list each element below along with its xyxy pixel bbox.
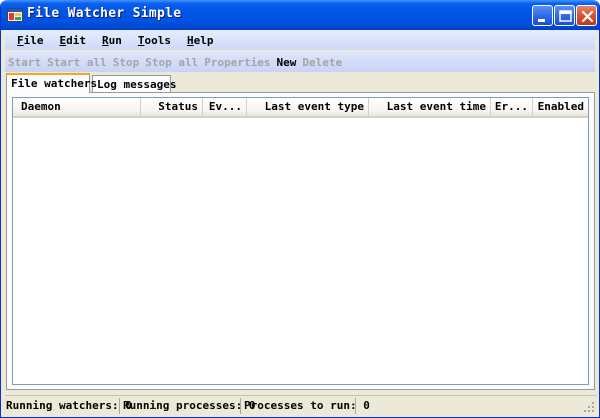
menu-help-mnemonic: H	[187, 33, 194, 47]
menu-tools-label: ools	[144, 33, 172, 47]
app-icon	[7, 8, 23, 22]
column-status[interactable]: Status	[141, 98, 203, 116]
column-last-event-time[interactable]: Last event time	[369, 98, 491, 116]
menu-edit[interactable]: Edit	[60, 34, 87, 47]
status-running-processes: Running processes: 0	[123, 398, 256, 414]
status-running-watchers: Running watchers: 0	[6, 398, 132, 414]
menu-file[interactable]: File	[17, 34, 44, 47]
close-icon	[581, 10, 594, 23]
new-button[interactable]: New	[276, 56, 296, 69]
menu-file-mnemonic: F	[17, 33, 24, 47]
menu-tools-mnemonic: T	[137, 33, 145, 47]
status-processes-to-run: Processes to run: 0	[244, 398, 370, 414]
column-enabled[interactable]: Enabled	[533, 98, 588, 116]
delete-button[interactable]: Delete	[302, 56, 342, 69]
menu-run-mnemonic: R	[102, 33, 109, 47]
list-header: Daemon Status Ev... Last event type Last…	[13, 98, 588, 118]
tab-file-watchers[interactable]: File watchers	[6, 73, 97, 93]
menu-edit-label: dit	[66, 33, 86, 47]
start-button[interactable]: Start	[8, 56, 41, 69]
stop-all-button[interactable]: Stop all	[145, 56, 198, 69]
title-bar[interactable]: File Watcher Simple	[1, 0, 599, 30]
minimize-button[interactable]	[532, 5, 553, 26]
minimize-icon	[538, 19, 545, 22]
column-daemon[interactable]: Daemon	[13, 98, 141, 116]
tab-log-messages[interactable]: Log messages	[92, 75, 176, 93]
stop-button[interactable]: Stop	[113, 56, 140, 69]
close-button[interactable]	[576, 5, 597, 26]
status-bar: Running watchers: 0 Running processes: 0…	[5, 395, 597, 415]
watchers-list[interactable]: Daemon Status Ev... Last event type Last…	[12, 97, 589, 385]
maximize-button[interactable]	[554, 5, 575, 26]
toolbar: Start Start all Stop Stop all Properties…	[5, 52, 595, 72]
tab-panel: Daemon Status Ev... Last event type Last…	[6, 92, 595, 390]
resize-grip-icon[interactable]	[583, 401, 595, 413]
menu-file-label: ile	[23, 33, 44, 47]
main-window: File Watcher Simple File Edit Run Tools …	[0, 0, 600, 418]
window-title: File Watcher Simple	[27, 6, 182, 21]
menu-bar: File Edit Run Tools Help	[5, 30, 595, 50]
menu-tools[interactable]: Tools	[138, 34, 171, 47]
menu-run[interactable]: Run	[102, 34, 122, 47]
column-events[interactable]: Ev...	[203, 98, 247, 116]
properties-button[interactable]: Properties	[204, 56, 270, 69]
start-all-button[interactable]: Start all	[47, 56, 107, 69]
column-last-event-type[interactable]: Last event type	[247, 98, 369, 116]
column-errors[interactable]: Er...	[491, 98, 533, 116]
menu-help-label: elp	[193, 33, 214, 47]
menu-run-label: un	[108, 33, 122, 47]
maximize-icon	[559, 10, 572, 22]
menu-help[interactable]: Help	[187, 34, 214, 47]
